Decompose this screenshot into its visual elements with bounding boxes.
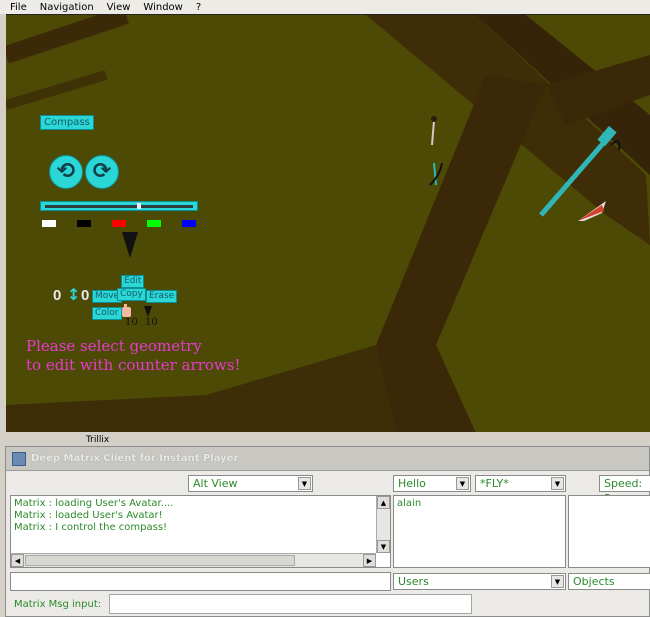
swatch-red[interactable] [112,220,126,227]
chevron-down-icon[interactable]: ▼ [298,477,311,490]
counter-arrows-icon[interactable]: ↕ [67,285,80,304]
menu-navigation[interactable]: Navigation [40,2,94,13]
small-number-right: 10 [145,317,158,328]
users-select-value: Users [398,575,429,588]
users-select[interactable]: Users ▼ [393,573,566,590]
msg-input[interactable] [109,594,472,614]
view-select-value: Alt View [193,477,238,490]
hint-line-1: Please select geometry [26,337,202,355]
status-field [10,572,391,591]
rotate-left-button[interactable]: ⟲ [49,155,83,189]
swatch-white[interactable] [42,220,56,227]
scroll-up-icon[interactable]: ▲ [377,496,390,509]
mode-select[interactable]: *FLY* ▼ [475,475,566,492]
swatch-blue[interactable] [182,220,196,227]
erase-button[interactable]: Erase [146,290,178,303]
scroll-left-icon[interactable]: ◀ [11,554,24,567]
objects-list-panel[interactable] [568,495,650,568]
objects-select[interactable]: Objects [568,573,650,590]
scroll-thumb[interactable] [25,555,295,566]
edit-button[interactable]: Edit [121,275,145,288]
counter-left: 0 [53,287,62,304]
scroll-right-icon[interactable]: ▶ [363,554,376,567]
swatch-black[interactable] [77,220,91,227]
slider-track [45,205,193,208]
log-horizontal-scrollbar[interactable]: ◀ ▶ [11,553,376,567]
view-select[interactable]: Alt View ▼ [188,475,313,492]
counter-right: 0 [81,287,90,304]
msg-input-label: Matrix Msg input: [14,599,102,610]
log-panel[interactable]: Matrix : loading User's Avatar.... Matri… [10,495,391,568]
hint-line-2: to edit with counter arrows! [26,356,241,374]
pen-icon[interactable] [122,232,138,258]
background-window-text: Trillix [86,435,110,445]
log-text: Matrix : loading User's Avatar.... Matri… [11,496,390,536]
client-window: Deep Matrix Client for Instant Player Al… [5,446,650,617]
log-line: Matrix : loading User's Avatar.... [14,498,174,509]
log-line: Matrix : loaded User's Avatar! [14,510,163,521]
color-button[interactable]: Color [92,307,122,320]
small-number-left: 10 [125,317,138,328]
hello-select[interactable]: Hello ▼ [393,475,471,492]
chevron-down-icon[interactable]: ▼ [551,477,564,490]
compass-slider[interactable] [40,201,198,211]
hint-text: Please select geometry to edit with coun… [26,337,240,375]
users-list-item[interactable]: alain [394,496,565,512]
rotate-right-button[interactable]: ⟳ [85,155,119,189]
menu-file[interactable]: File [10,2,27,13]
small-pen-icon [144,306,152,317]
copy-button[interactable]: Copy [117,288,146,301]
slider-knob[interactable] [137,203,141,209]
objects-select-value: Objects [573,575,615,588]
java-cup-icon [12,451,26,466]
hello-select-value: Hello [398,477,426,490]
chevron-down-icon[interactable]: ▼ [551,575,564,588]
client-titlebar[interactable]: Deep Matrix Client for Instant Player [6,447,649,471]
chevron-down-icon[interactable]: ▼ [456,477,469,490]
menu-bar: File Navigation View Window ? [0,0,650,14]
client-title: Deep Matrix Client for Instant Player [31,453,239,464]
users-list-panel[interactable]: alain [393,495,566,568]
log-vertical-scrollbar[interactable]: ▲ ▼ [376,496,390,553]
hand-cursor-icon [122,304,131,317]
compass-label[interactable]: Compass [40,115,94,130]
log-line: Matrix : I control the compass! [14,522,168,533]
3d-viewport[interactable]: Compass ⟲ ⟳ 0 ↕ 0 Edit Move Copy Erase C… [6,14,650,432]
swatch-green[interactable] [147,220,161,227]
menu-help[interactable]: ? [196,2,201,13]
menu-window[interactable]: Window [143,2,182,13]
speed-select[interactable]: Speed: 3 [599,475,650,505]
scroll-down-icon[interactable]: ▼ [377,540,390,553]
menu-view[interactable]: View [107,2,131,13]
mode-select-value: *FLY* [480,477,509,490]
